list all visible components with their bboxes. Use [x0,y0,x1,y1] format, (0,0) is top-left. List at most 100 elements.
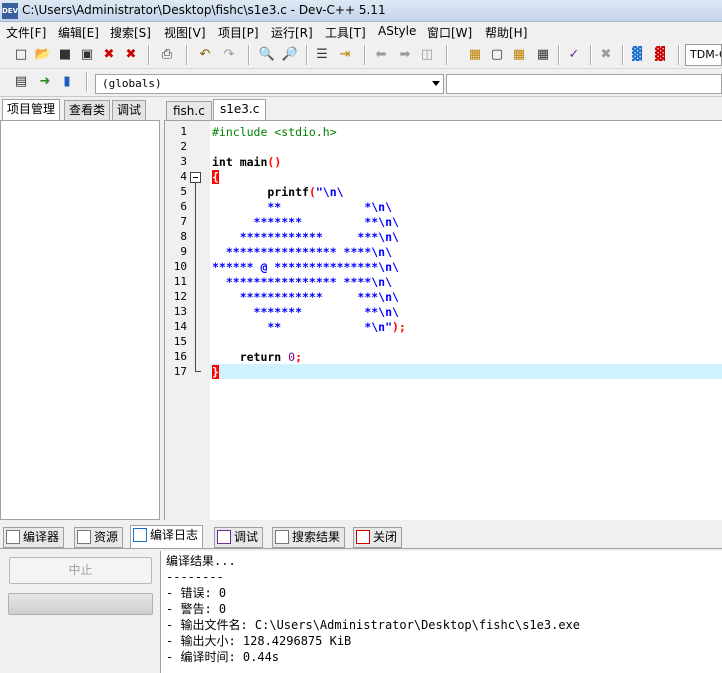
project-panel[interactable] [0,120,160,520]
print-icon[interactable]: ⎙ [158,46,176,64]
line-number: 4 [180,170,187,183]
tab-resources[interactable]: 资源 [74,527,124,548]
line-number: 15 [173,335,187,348]
function-select[interactable] [446,74,722,94]
log-line: - 输出文件名: C:\Users\Administrator\Desktop\… [166,618,581,632]
line-number: 5 [180,185,187,198]
toolbar-separator [678,45,680,65]
toolbar-separator [306,45,308,65]
indent-icon[interactable]: ☰ [313,46,331,64]
menu-window[interactable]: 窗口[W] [427,24,472,41]
chevron-down-icon [432,81,440,86]
toggle-bookmark-icon[interactable]: ➜ [36,73,54,91]
compile-log-output[interactable]: 编译结果... -------- - 错误: 0 - 警告: 0 - 输出文件名… [160,551,722,673]
menu-project[interactable]: 项目[P] [218,24,259,41]
open-file-icon[interactable]: 📂 [34,46,52,64]
syntax-check-icon[interactable]: ✓ [565,46,583,64]
log-line: - 错误: 0 [166,586,227,600]
code-identifier: main [232,155,268,169]
project-options-icon[interactable]: ◫ [418,46,436,64]
stop-execution-icon[interactable]: ✖ [597,46,615,64]
menu-file[interactable]: 文件[F] [6,24,46,41]
profile-analysis-icon[interactable]: ▓ [628,46,646,64]
compiler-grid-icon [6,530,20,544]
compile-icon[interactable]: ▦ [466,46,484,64]
compiler-select[interactable]: TDM-GCC [685,44,722,66]
tab-search-results[interactable]: 搜索结果 [272,527,346,548]
tab-project-manager[interactable]: 项目管理 [2,99,61,121]
line-number: 6 [180,200,187,213]
main-toolbar: □ 📂 ■ ▣ ✖ ✖ ⎙ ↶ ↷ 🔍 🔎 ☰ ⇥ ⬅ ➡ ◫ ▦ ▢ ▦ ▦ … [0,42,722,69]
fold-guide-line [195,183,196,371]
run-icon[interactable]: ▢ [488,46,506,64]
stop-compile-button[interactable]: 中止 [9,557,152,584]
code-string: ************ ***\n\ [212,290,399,304]
tab-label: 搜索结果 [292,530,341,544]
fold-collapse-icon[interactable] [190,172,201,183]
insert-icon[interactable]: ▤ [12,73,30,91]
left-panel-tabs: 项目管理 查看类 调试 [0,99,160,121]
fold-end-marker [195,371,201,372]
menu-astyle[interactable]: AStyle [378,24,416,38]
code-punctuation: () [267,155,282,169]
code-string: "\n\ [315,185,344,199]
code-string: ** *\n\ [212,200,393,214]
search-icon [275,530,289,544]
scope-select-value: (globals) [102,77,162,90]
code-string: ******* **\n\ [212,215,399,229]
code-string: ******* **\n\ [212,305,399,319]
undo-icon[interactable]: ↶ [196,46,214,64]
menu-view[interactable]: 视图[V] [164,24,206,41]
menu-help[interactable]: 帮助[H] [485,24,527,41]
code-number: 0 [281,350,296,364]
bar-chart-icon [133,528,147,542]
rebuild-all-icon[interactable]: ▦ [534,46,552,64]
menu-bar: 文件[F] 编辑[E] 搜索[S] 视图[V] 项目[P] 运行[R] 工具[T… [0,22,722,42]
save-all-icon[interactable]: ▣ [78,46,96,64]
resources-icon [77,530,91,544]
delete-profile-icon[interactable]: ▓ [651,46,669,64]
goto-line-icon[interactable]: ⇥ [336,46,354,64]
preprocessor-directive: #include <stdio.h> [212,125,337,139]
menu-edit[interactable]: 编辑[E] [58,24,99,41]
tab-debug-output[interactable]: 调试 [214,527,264,548]
tab-fish-c[interactable]: fish.c [166,101,212,121]
tab-s1e3-c[interactable]: s1e3.c [213,99,267,121]
goto-bookmark-icon[interactable]: ▮ [58,73,76,91]
tab-label: 关闭 [373,530,398,544]
tab-close[interactable]: 关闭 [353,527,403,548]
tab-label: 调试 [234,530,259,544]
tab-compiler[interactable]: 编译器 [3,527,65,548]
tab-debug[interactable]: 调试 [112,100,147,120]
close-file-icon[interactable]: ✖ [100,46,118,64]
compile-run-icon[interactable]: ▦ [510,46,528,64]
tab-compile-log[interactable]: 编译日志 [130,525,204,548]
remove-from-project-icon[interactable]: ➡ [396,46,414,64]
find-icon[interactable]: 🔍 [258,46,276,64]
menu-search[interactable]: 搜索[S] [110,24,151,41]
code-line: } [212,365,219,380]
code-line: { [212,170,219,185]
devcpp-app-icon: DEV [2,3,18,19]
code-line: printf("\n\ [212,185,344,200]
toolbar-separator [590,45,592,65]
log-line: - 编译时间: 0.44s [166,650,280,664]
menu-tools[interactable]: 工具[T] [325,24,366,41]
code-editor[interactable]: 1 2 3 4 5 6 7 8 9 10 11 12 13 14 15 16 1… [164,120,722,520]
redo-icon[interactable]: ↷ [220,46,238,64]
menu-run[interactable]: 运行[R] [271,24,313,41]
tab-class-browser[interactable]: 查看类 [64,100,111,120]
scope-select[interactable]: (globals) [95,74,444,94]
close-all-icon[interactable]: ✖ [122,46,140,64]
line-number: 10 [173,260,187,273]
save-icon[interactable]: ■ [56,46,74,64]
add-to-project-icon[interactable]: ⬅ [372,46,390,64]
line-number: 14 [173,320,187,333]
code-punctuation: ( [308,185,316,199]
close-icon [356,530,370,544]
replace-icon[interactable]: 🔎 [281,46,299,64]
bottom-panel-tabs: 编译器 资源 编译日志 调试 搜索结果 关闭 [0,525,722,548]
new-file-icon[interactable]: □ [12,46,30,64]
line-number: 9 [180,245,187,258]
code-string: ** *\n" [212,320,393,334]
